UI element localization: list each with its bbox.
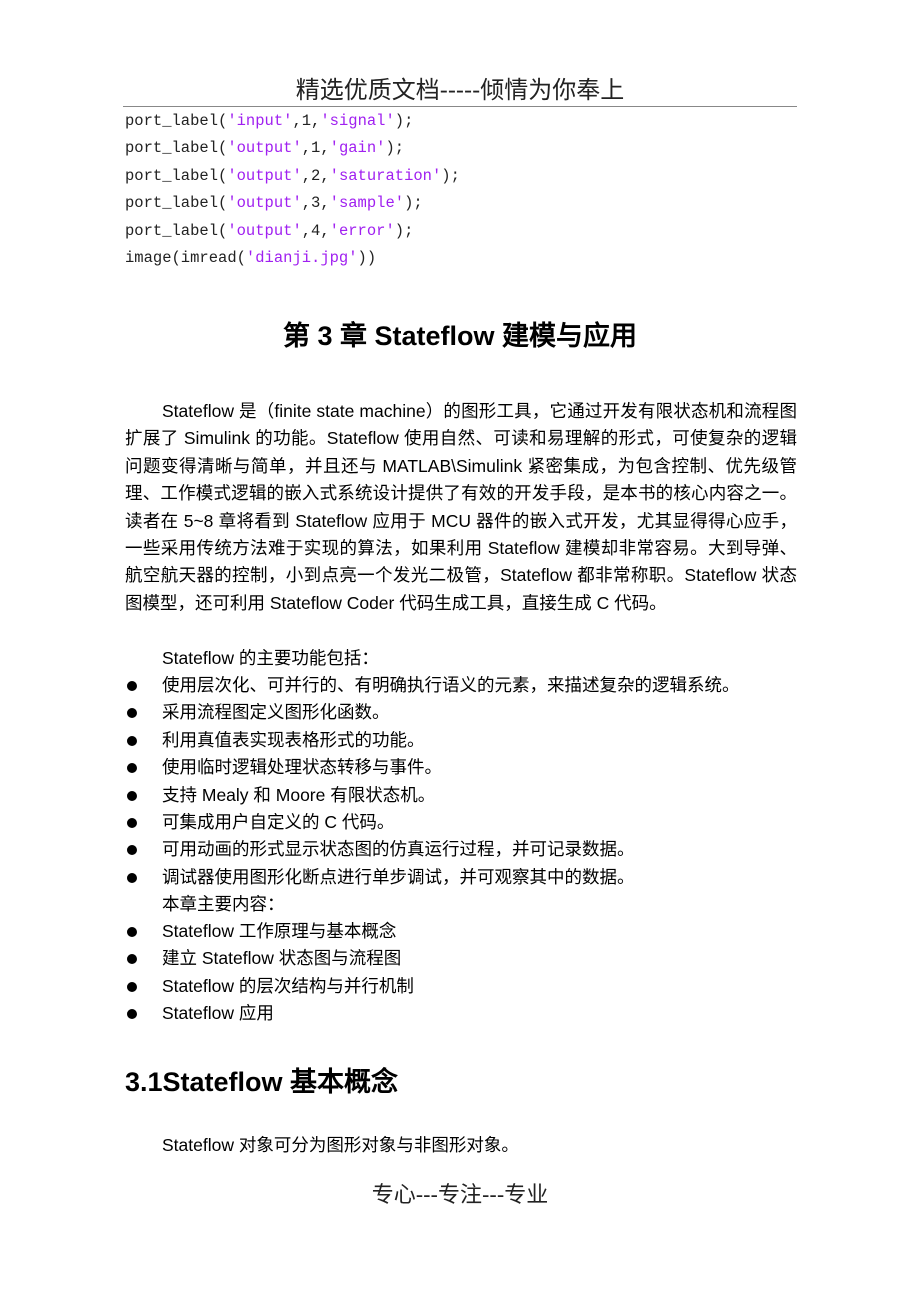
code-line: port_label('output',3,'sample'); — [125, 190, 460, 217]
bullet-icon — [127, 845, 137, 856]
bullet-icon — [127, 872, 137, 883]
list-item: Stateflow 应用 — [125, 1000, 414, 1027]
code-line: image(imread('dianji.jpg')) — [125, 245, 460, 272]
chapter-title: 第 3 章 Stateflow 建模与应用 — [282, 321, 638, 351]
chapter-intro: Stateflow 是（finite state machine）的图形工具，它… — [125, 398, 797, 617]
code-text: ); — [394, 221, 414, 240]
page-footer: 专心---专注---专业 — [371, 1183, 549, 1208]
code-line: port_label('input',1,'signal'); — [125, 108, 460, 135]
list-item-text: 可集成用户自定义的 C 代码。 — [162, 811, 395, 832]
code-string: 'output' — [227, 166, 302, 185]
code-line: port_label('output',1,'gain'); — [125, 135, 460, 162]
code-string: 'dianji.jpg' — [245, 248, 358, 267]
bullet-icon — [127, 927, 137, 937]
code-text: ,3, — [301, 194, 330, 213]
intro-paragraph: Stateflow 是（finite state machine）的图形工具，它… — [125, 401, 797, 613]
list-item: 建立 Stateflow 状态图与流程图 — [125, 945, 414, 972]
code-text: port_label( — [125, 194, 228, 213]
list-item-text: Stateflow 工作原理与基本概念 — [162, 921, 397, 941]
list-item: 可用动画的形式显示状态图的仿真运行过程，并可记录数据。 — [125, 836, 740, 863]
bullet-icon — [127, 681, 137, 691]
code-text: port_label( — [125, 166, 228, 185]
code-text: ); — [394, 112, 414, 130]
features-intro: Stateflow 的主要功能包括： — [162, 648, 379, 668]
code-text: image(imread( — [125, 248, 246, 267]
list-item: Stateflow 工作原理与基本概念 — [125, 918, 414, 945]
list-item-text: 可用动画的形式显示状态图的仿真运行过程，并可记录数据。 — [162, 839, 635, 860]
list-item-text: Stateflow 的层次结构与并行机制 — [162, 975, 414, 996]
code-text: port_label( — [125, 112, 228, 130]
bullet-icon — [127, 981, 137, 992]
code-string: 'saturation' — [329, 166, 442, 185]
list-item-text: 采用流程图定义图形化函数。 — [162, 702, 390, 723]
features-list: 使用层次化、可并行的、有明确执行语义的元素，来描述复杂的逻辑系统。 采用流程图定… — [125, 672, 740, 891]
bullet-icon — [127, 708, 137, 719]
code-block: port_label('input',1,'signal'); port_lab… — [125, 108, 460, 272]
code-text: ,1, — [301, 139, 330, 158]
list-item-text: 使用临时逻辑处理状态转移与事件。 — [162, 757, 442, 778]
bullet-icon — [127, 763, 137, 774]
contents-intro: 本章主要内容： — [162, 894, 285, 914]
list-item-text: Stateflow 应用 — [162, 1003, 274, 1024]
list-item-text: 使用层次化、可并行的、有明确执行语义的元素，来描述复杂的逻辑系统。 — [162, 675, 740, 695]
list-item: 支持 Mealy 和 Moore 有限状态机。 — [125, 782, 740, 809]
code-text: ,4, — [301, 221, 330, 240]
list-item: 利用真值表实现表格形式的功能。 — [125, 727, 740, 754]
code-string: 'gain' — [329, 139, 386, 158]
code-line: port_label('output',2,'saturation'); — [125, 163, 460, 190]
bullet-icon — [127, 1009, 137, 1020]
contents-list: Stateflow 工作原理与基本概念 建立 Stateflow 状态图与流程图… — [125, 918, 414, 1028]
code-text: ); — [385, 139, 405, 158]
code-text: port_label( — [125, 139, 228, 158]
code-text: )) — [357, 248, 377, 267]
bullet-icon — [127, 790, 137, 801]
code-string: 'output' — [227, 221, 302, 240]
list-item-text: 利用真值表实现表格形式的功能。 — [162, 729, 425, 750]
page-header: 精选优质文档-----倾情为你奉上 — [295, 76, 625, 104]
list-item: 使用层次化、可并行的、有明确执行语义的元素，来描述复杂的逻辑系统。 — [125, 672, 740, 699]
code-text: ); — [441, 166, 460, 185]
bullet-icon — [127, 954, 137, 965]
code-text: ,1, — [292, 112, 321, 130]
list-item-text: 支持 Mealy 和 Moore 有限状态机。 — [162, 784, 436, 805]
list-item: 可集成用户自定义的 C 代码。 — [125, 809, 740, 836]
header-divider — [123, 106, 797, 107]
list-item-text: 建立 Stateflow 状态图与流程图 — [162, 948, 402, 969]
bullet-icon — [127, 735, 137, 746]
code-string: 'sample' — [329, 194, 405, 213]
code-string: 'signal' — [320, 112, 395, 130]
code-text: ,2, — [301, 166, 330, 185]
code-string: 'output' — [227, 194, 302, 213]
code-string: 'error' — [329, 221, 395, 240]
code-line: port_label('output',4,'error'); — [125, 218, 460, 245]
bullet-icon — [127, 817, 137, 828]
code-text: port_label( — [125, 221, 228, 240]
code-string: 'output' — [227, 139, 302, 158]
code-string: 'input' — [227, 112, 293, 130]
list-item: 使用临时逻辑处理状态转移与事件。 — [125, 754, 740, 781]
list-item-text: 调试器使用图形化断点进行单步调试，并可观察其中的数据。 — [162, 866, 635, 887]
section-paragraph: Stateflow 对象可分为图形对象与非图形对象。 — [162, 1135, 519, 1155]
section-title: 3.1Stateflow 基本概念 — [125, 1067, 399, 1097]
list-item: 调试器使用图形化断点进行单步调试，并可观察其中的数据。 — [125, 864, 740, 891]
list-item: 采用流程图定义图形化函数。 — [125, 699, 740, 726]
list-item: Stateflow 的层次结构与并行机制 — [125, 973, 414, 1000]
code-text: ); — [404, 194, 423, 213]
